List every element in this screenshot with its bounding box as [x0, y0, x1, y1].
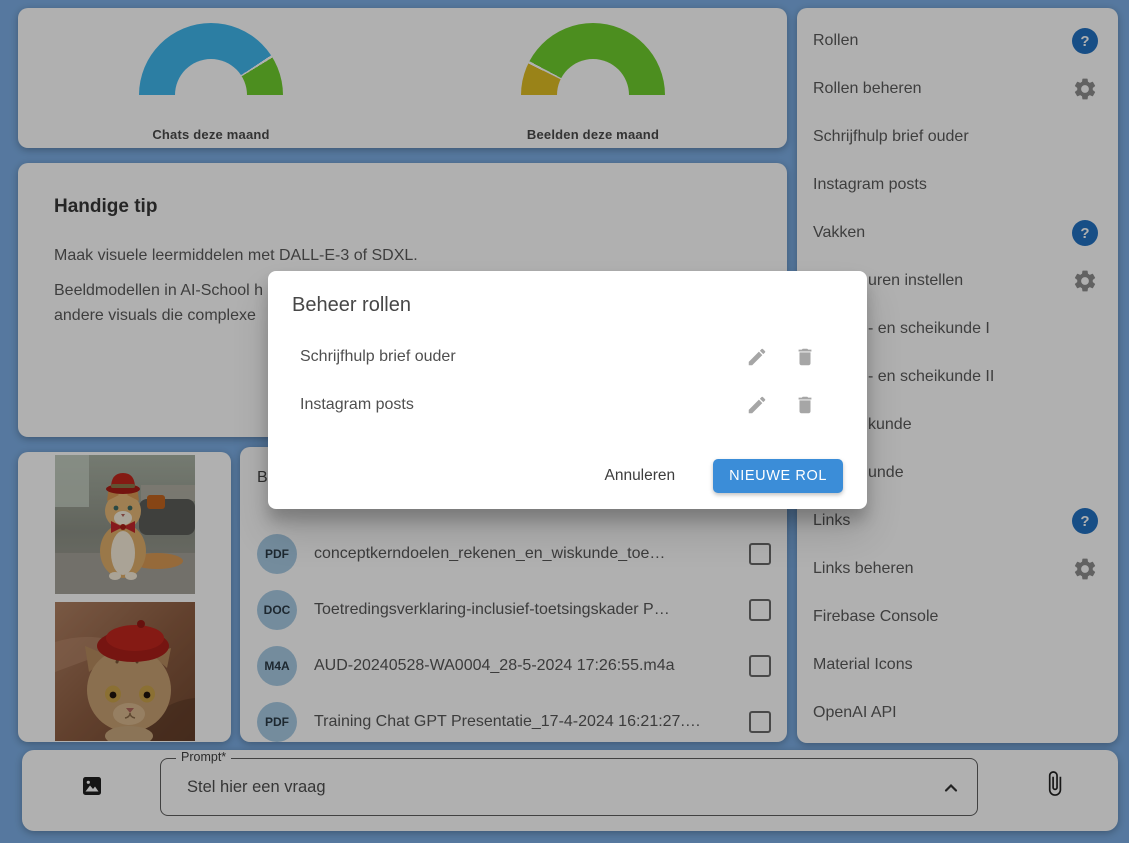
dialog-footer: Annuleren NIEUWE ROL: [598, 451, 843, 501]
role-name: Schrijfhulp brief ouder: [300, 348, 456, 366]
edit-icon[interactable]: [746, 394, 768, 416]
delete-icon[interactable]: [794, 346, 816, 368]
app-root: Chats deze maand Beelden deze maand Hand…: [0, 0, 1129, 843]
new-role-button[interactable]: NIEUWE ROL: [713, 459, 843, 493]
delete-icon[interactable]: [794, 394, 816, 416]
dialog-title: Beheer rollen: [292, 294, 411, 317]
cancel-button[interactable]: Annuleren: [598, 466, 681, 486]
role-row: Schrijfhulp brief ouder: [300, 345, 816, 369]
role-row: Instagram posts: [300, 393, 816, 417]
edit-icon[interactable]: [746, 346, 768, 368]
manage-roles-dialog: Beheer rollen Schrijfhulp brief ouder In…: [268, 271, 867, 509]
role-name: Instagram posts: [300, 396, 414, 414]
